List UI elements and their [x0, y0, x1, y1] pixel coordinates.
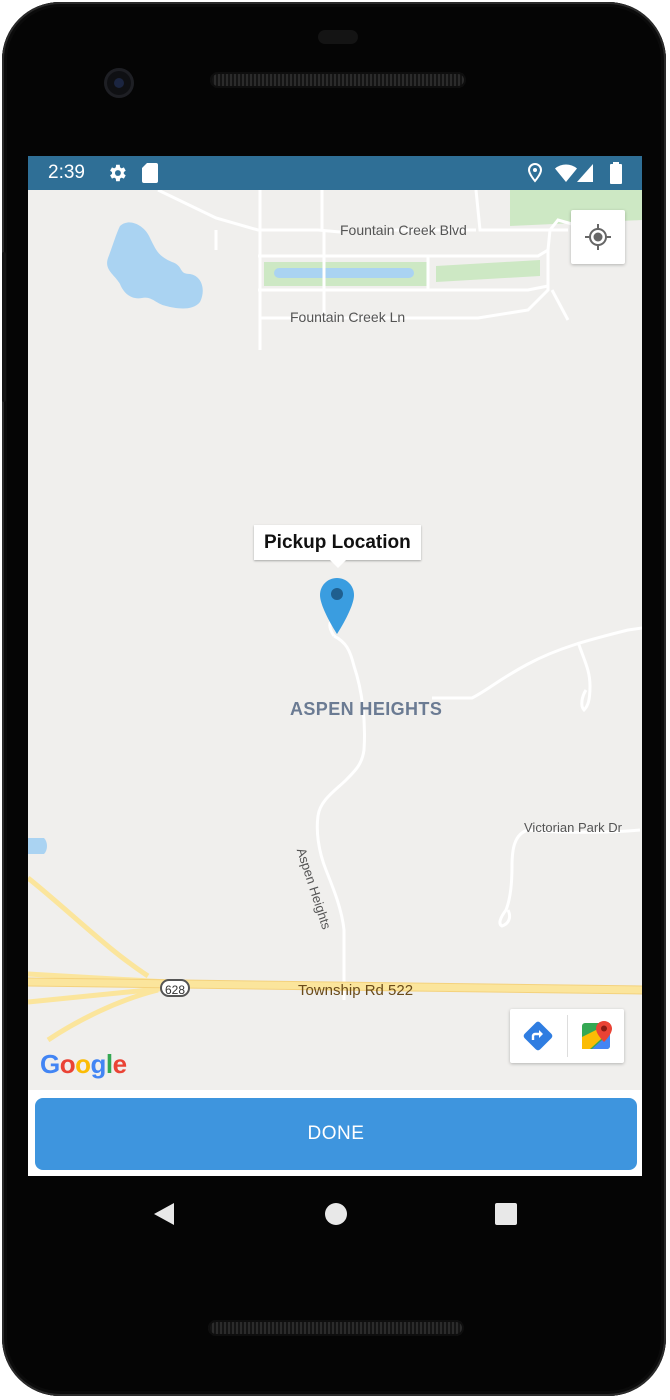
bottom-action-area: DONE	[28, 1090, 642, 1176]
done-button[interactable]: DONE	[35, 1098, 637, 1170]
my-location-icon	[585, 224, 611, 250]
road-label-fountain-creek-blvd: Fountain Creek Blvd	[340, 222, 467, 238]
map-marker-icon[interactable]	[318, 576, 356, 636]
google-letter: e	[112, 1049, 127, 1079]
front-camera	[104, 68, 134, 98]
road-label-fountain-creek-ln: Fountain Creek Ln	[290, 309, 406, 325]
bottom-speaker	[208, 1320, 464, 1336]
google-logo: Google	[40, 1049, 127, 1080]
location-icon	[528, 163, 542, 183]
wifi-icon	[555, 164, 577, 182]
app-screen: 2:39 Fountain Creek Blvd Fountain Creek …	[28, 156, 642, 1176]
my-location-button[interactable]	[571, 210, 625, 264]
earpiece-speaker	[210, 72, 466, 88]
small-water	[28, 838, 47, 854]
route-shield: 628	[160, 979, 190, 997]
back-icon[interactable]	[152, 1201, 176, 1227]
home-icon[interactable]	[325, 1203, 347, 1225]
status-time: 2:39	[48, 162, 85, 183]
directions-icon[interactable]	[523, 1021, 553, 1051]
side-button	[2, 252, 6, 402]
battery-icon	[610, 162, 622, 184]
cell-signal-icon	[577, 164, 593, 182]
map-toolbar	[510, 1009, 624, 1063]
google-letter: G	[40, 1049, 60, 1079]
top-speaker-slot	[318, 30, 358, 44]
google-letter: o	[75, 1049, 91, 1079]
map-canvas[interactable]	[28, 190, 642, 1090]
pond	[274, 268, 414, 278]
google-letter: l	[105, 1049, 113, 1079]
marker-info-window[interactable]: Pickup Location	[254, 525, 421, 568]
sd-card-icon	[142, 163, 158, 183]
area-label-aspen-heights: ASPEN HEIGHTS	[290, 699, 443, 719]
google-letter: g	[90, 1049, 107, 1079]
recents-icon[interactable]	[495, 1203, 517, 1225]
google-letter: o	[59, 1049, 76, 1079]
road-label-victorian-park: Victorian Park Dr	[524, 820, 623, 835]
status-bar: 2:39	[28, 156, 642, 190]
toolbar-divider	[567, 1015, 568, 1057]
system-nav-bar	[0, 1176, 670, 1256]
settings-icon	[110, 164, 126, 182]
road-label-township-rd: Township Rd 522	[298, 982, 414, 999]
google-maps-icon[interactable]	[580, 1019, 614, 1053]
